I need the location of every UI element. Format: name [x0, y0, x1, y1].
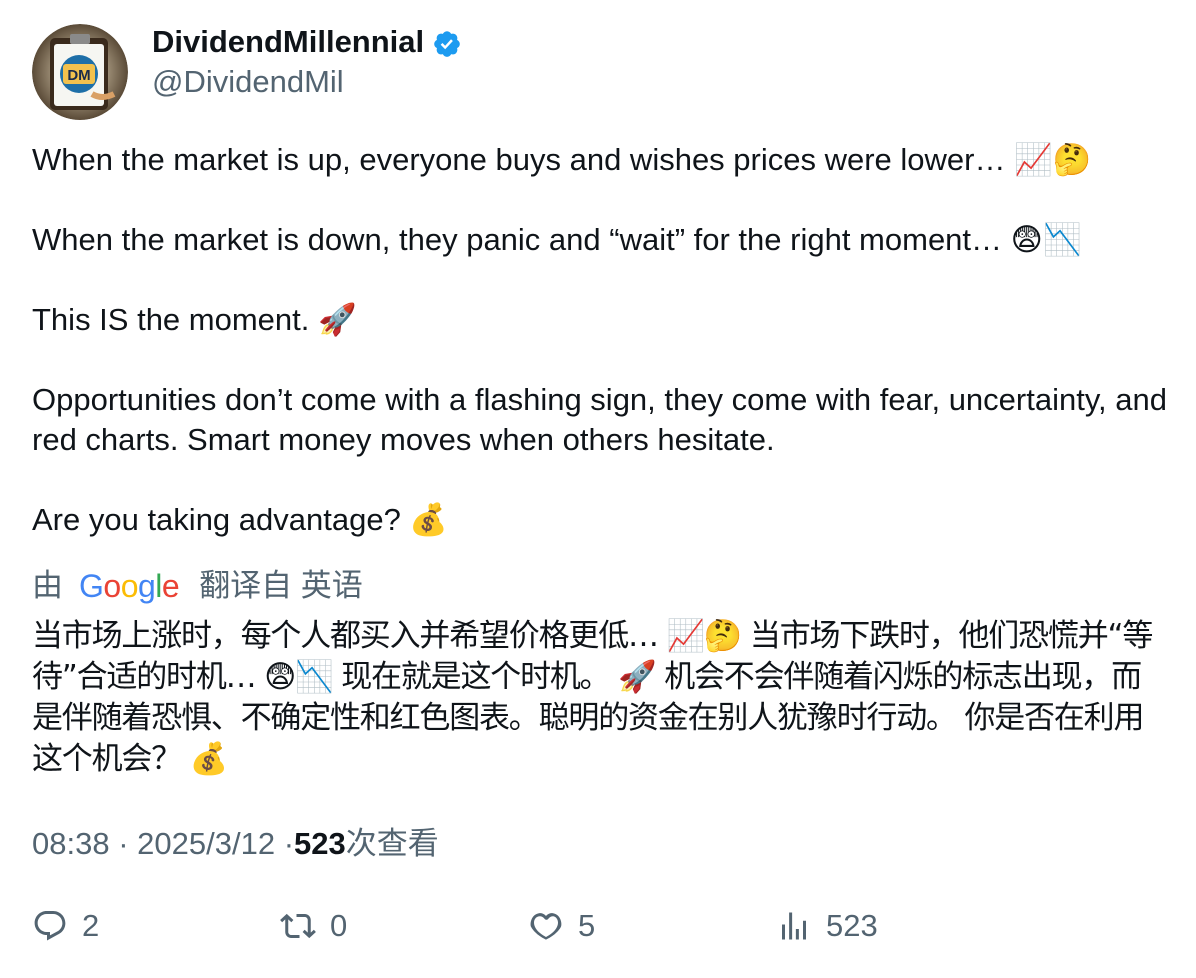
tweet-text: When the market is up, everyone buys and…	[32, 140, 1167, 540]
translation-prefix: 由	[32, 568, 63, 603]
views-label: 次查看	[345, 826, 439, 861]
avatar-image: DM	[32, 24, 128, 120]
tweet-paragraph: Are you taking advantage? 💰	[32, 502, 449, 537]
translation-attribution[interactable]: 由 Google 翻译自 英语	[32, 566, 363, 606]
author-name-row[interactable]: DividendMillennial	[152, 20, 462, 64]
verified-badge-icon	[434, 31, 460, 57]
retweet-icon	[280, 913, 316, 939]
retweet-button[interactable]: 0	[280, 908, 347, 944]
like-count: 5	[578, 908, 596, 943]
tweet-meta: 08:38 · 2025/3/12 ·523次查看	[32, 824, 439, 864]
tweet-paragraph: Opportunities don’t come with a flashing…	[32, 382, 1176, 457]
translated-text: 当市场上涨时，每个人都买入并希望价格更低… 📈🤔 当市场下跌时，他们恐慌并“等待…	[32, 618, 1153, 777]
google-logo: Google	[79, 568, 180, 604]
tweet-paragraph: This IS the moment. 🚀	[32, 302, 357, 337]
bar-chart-icon	[782, 912, 806, 940]
meta-separator: ·	[283, 826, 295, 861]
avatar-text: DM	[67, 67, 90, 84]
reply-button[interactable]: 2	[32, 908, 99, 944]
translation-suffix: 翻译自 英语	[199, 568, 363, 603]
tweet-time[interactable]: 08:38	[32, 826, 110, 861]
author-handle[interactable]: @DividendMil	[152, 62, 344, 102]
reply-icon	[34, 911, 66, 941]
retweet-count: 0	[330, 908, 348, 943]
heart-icon	[530, 913, 562, 940]
reply-count: 2	[82, 908, 100, 943]
views-count: 523	[826, 908, 878, 943]
meta-separator: ·	[118, 826, 129, 861]
views-button[interactable]: 523	[776, 908, 878, 944]
tweet-paragraph: When the market is down, they panic and …	[32, 222, 1082, 257]
author-display-name[interactable]: DividendMillennial	[152, 20, 424, 64]
views-count-bold: 523	[294, 826, 346, 861]
tweet-date[interactable]: 2025/3/12	[137, 826, 275, 861]
like-button[interactable]: 5	[528, 908, 595, 944]
action-bar: 2 0 5 523	[32, 908, 1167, 958]
tweet-paragraph: When the market is up, everyone buys and…	[32, 142, 1092, 177]
avatar[interactable]: DM	[32, 24, 128, 120]
